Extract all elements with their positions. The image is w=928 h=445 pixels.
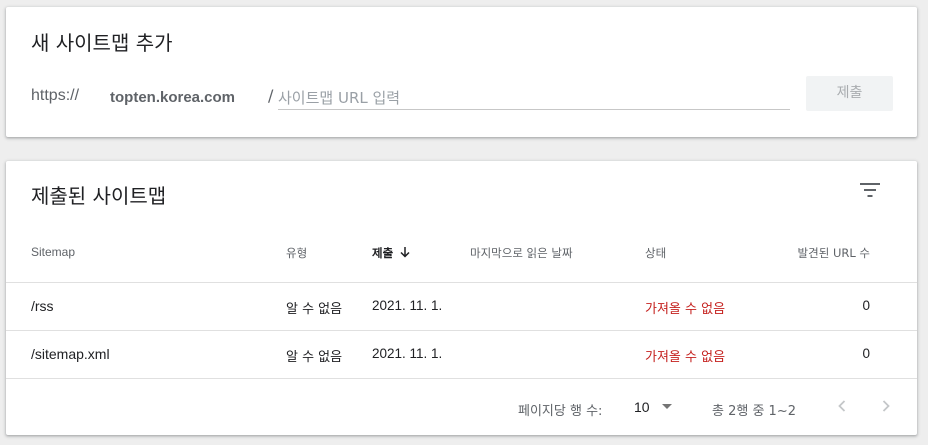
sitemap-url-input[interactable]	[278, 86, 790, 110]
status-text: 가져올 수 없음	[645, 350, 726, 365]
pagination-range: 총 2행 중 1~2	[712, 404, 796, 419]
status-text: 가져올 수 없음	[645, 302, 726, 317]
property-domain: topten.korea.com	[110, 89, 236, 106]
url-prefix: https://	[31, 87, 80, 104]
rows-per-page-value: 10	[634, 399, 650, 415]
rows-per-page-select[interactable]: 10	[632, 397, 682, 417]
column-header-last-read[interactable]: 마지막으로 읽은 날짜	[470, 245, 573, 261]
chevron-right-icon[interactable]	[874, 394, 898, 418]
add-sitemap-card: 새 사이트맵 추가 https:// topten.korea.com / 제출	[6, 7, 917, 137]
found-url-count: 0	[862, 346, 870, 361]
column-header-type[interactable]: 유형	[286, 245, 307, 261]
sitemap-path: /sitemap.xml	[31, 346, 110, 362]
add-sitemap-title: 새 사이트맵 추가	[31, 31, 173, 55]
submitted-sitemaps-title: 제출된 사이트맵	[31, 184, 167, 208]
column-header-submitted-label: 제출	[372, 246, 394, 260]
column-header-submitted[interactable]: 제출	[372, 245, 410, 261]
sitemap-type: 알 수 없음	[286, 350, 343, 365]
column-header-found-urls[interactable]: 발견된 URL 수	[798, 245, 870, 261]
chevron-left-icon[interactable]	[830, 394, 854, 418]
table-row[interactable]: /sitemap.xml 알 수 없음 2021. 11. 1. 가져올 수 없…	[6, 331, 917, 379]
column-header-sitemap[interactable]: Sitemap	[31, 245, 75, 259]
filter-list-icon[interactable]	[860, 183, 880, 197]
rows-per-page-label: 페이지당 행 수:	[518, 404, 603, 419]
caret-down-icon	[662, 404, 672, 409]
submitted-date: 2021. 11. 1.	[372, 298, 443, 313]
sitemap-path: /rss	[31, 298, 54, 314]
url-separator: /	[268, 86, 274, 105]
sitemap-type: 알 수 없음	[286, 302, 343, 317]
submitted-sitemaps-card: 제출된 사이트맵 Sitemap 유형 제출 마지막으로 읽은 날짜 상태 발견…	[6, 161, 917, 435]
arrow-down-icon	[400, 247, 410, 258]
row-divider	[6, 378, 917, 379]
column-header-status[interactable]: 상태	[645, 245, 666, 261]
table-row[interactable]: /rss 알 수 없음 2021. 11. 1. 가져올 수 없음 0	[6, 283, 917, 331]
submit-button[interactable]: 제출	[806, 76, 893, 111]
submitted-date: 2021. 11. 1.	[372, 346, 443, 361]
found-url-count: 0	[862, 298, 870, 313]
